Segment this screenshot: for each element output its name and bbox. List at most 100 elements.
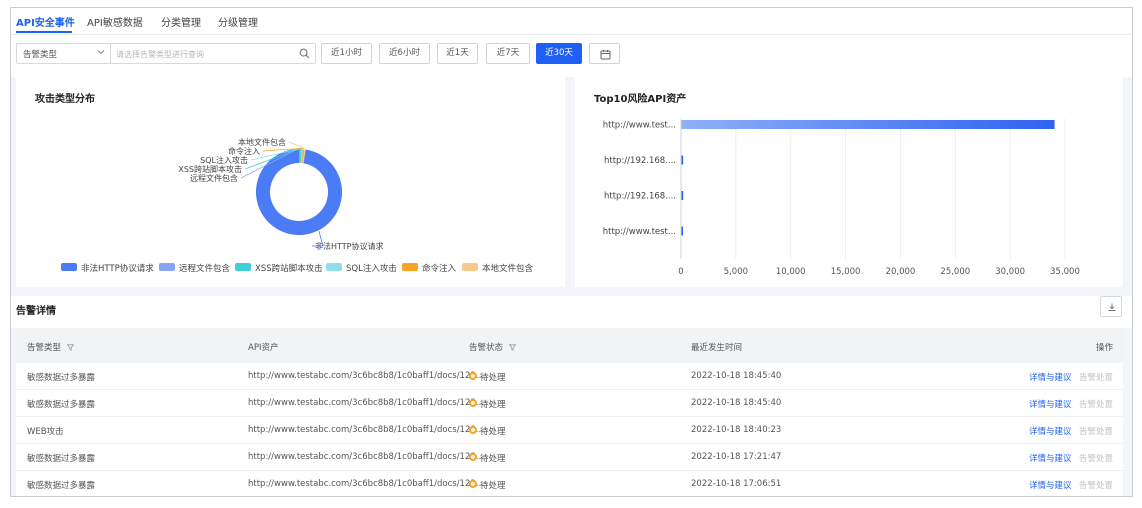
x-tick-label: 0 [678, 267, 683, 277]
range-7-days-button[interactable]: 近7天 [486, 43, 530, 64]
table-row: 敏感数据过多暴露 http://www.testabc.com/3c6bc8b8/… [16, 363, 1123, 390]
y-category-label: http://192.168.... [604, 192, 676, 202]
bar[interactable] [681, 155, 684, 165]
range-1-day-button[interactable]: 近1天 [437, 43, 478, 64]
table-row: 敏感数据过多暴露 http://www.testabc.com/3c6bc8b8/… [16, 471, 1123, 496]
cell-alert-type: 敏感数据过多暴露 [27, 373, 96, 383]
tab-bar: API安全事件 API敏感数据 分类管理 分级管理 [11, 8, 1132, 35]
date-picker-button[interactable] [589, 43, 620, 64]
cell-alert-status: 待处理 [480, 481, 506, 491]
legend-label: 非法HTTP协议请求 [81, 264, 154, 274]
legend-swatch [462, 263, 478, 271]
cell-alert-type: 敏感数据过多暴露 [27, 400, 96, 410]
tab-classification-management[interactable]: 分类管理 [161, 14, 201, 29]
cell-last-occurrence: 2022-10-18 18:45:40 [691, 398, 782, 408]
tab-grading-management[interactable]: 分级管理 [218, 14, 258, 29]
filter-icon[interactable] [508, 344, 516, 351]
details-and-advice-link[interactable]: 详情与建议 [1029, 371, 1072, 383]
tab-api-security-events[interactable]: API安全事件 [16, 14, 75, 29]
cell-alert-status: 待处理 [480, 454, 506, 464]
range-1-hour-button[interactable]: 近1小时 [321, 43, 372, 64]
details-and-advice-link[interactable]: 详情与建议 [1029, 425, 1072, 437]
legend-swatch [159, 263, 175, 271]
page-frame: API安全事件 API敏感数据 分类管理 分级管理 告警类型 近1小时 近6小时… [10, 7, 1133, 497]
legend-label: 远程文件包含 [179, 264, 231, 274]
callout-label-5: 本地文件包含 [238, 137, 286, 147]
callout-label-1: 远程文件包含 [190, 173, 238, 183]
cell-api-asset: http://www.testabc.com/3c6bc8b8/1c0baff1… [248, 371, 484, 381]
details-and-advice-link[interactable]: 详情与建议 [1029, 452, 1072, 464]
callout-label-3: SQL注入攻击 [200, 155, 248, 165]
filter-icon[interactable] [66, 344, 74, 351]
column-header-last-occurrence: 最近发生时间 [691, 343, 743, 353]
bar[interactable] [681, 226, 684, 236]
active-tab-indicator [16, 31, 72, 33]
x-tick-label: 30,000 [995, 267, 1025, 277]
tab-api-sensitive-data[interactable]: API敏感数据 [87, 14, 143, 29]
legend-swatch [235, 263, 251, 271]
x-tick-label: 25,000 [940, 267, 970, 277]
cell-alert-status: 待处理 [480, 373, 506, 383]
attack-type-card: 攻击类型分布 非法HTTP协议请求 远程文件包含 XSS跨站脚本攻击 SQL注入攻击命… [16, 77, 565, 287]
y-category-label: http://www.test... [603, 227, 676, 237]
export-button[interactable] [1100, 296, 1122, 317]
cell-api-asset: http://www.testabc.com/3c6bc8b8/1c0baff1… [248, 425, 484, 435]
x-tick-label: 10,000 [776, 267, 806, 277]
search-input[interactable] [116, 47, 291, 61]
details-and-advice-link[interactable]: 详情与建议 [1029, 479, 1072, 491]
cell-alert-type: 敏感数据过多暴露 [27, 454, 96, 464]
download-icon [1108, 303, 1116, 311]
column-header-alert-type: 告警类型 [27, 341, 74, 353]
alert-type-select[interactable]: 告警类型 [16, 43, 111, 64]
pending-status-icon [469, 399, 477, 407]
alert-handling-button: 告警处置 [1079, 400, 1114, 410]
attack-type-donut-chart: 非法HTTP协议请求 远程文件包含XSS跨站脚本攻击SQL注入攻击命令注入本地文件… [178, 137, 383, 251]
cell-last-occurrence: 2022-10-18 18:45:40 [691, 371, 782, 381]
top10-bar-chart: http://www.test... http://192.168.... http… [603, 119, 1080, 277]
column-header-alert-type-label: 告警类型 [27, 343, 62, 353]
callout-label-4: 命令注入 [228, 146, 260, 156]
cell-last-occurrence: 2022-10-18 17:06:51 [691, 479, 782, 489]
range-6-hours-button[interactable]: 近6小时 [379, 43, 430, 64]
alert-type-select-value: 告警类型 [23, 50, 58, 60]
x-tick-label: 35,000 [1050, 267, 1080, 277]
legend-label: SQL注入攻击 [346, 264, 397, 274]
calendar-icon [600, 50, 611, 60]
callout-label-2: XSS跨站脚本攻击 [178, 164, 242, 174]
x-tick-label: 20,000 [886, 267, 916, 277]
table-row: 敏感数据过多暴露 http://www.testabc.com/3c6bc8b8/… [16, 390, 1123, 417]
column-header-api-asset: API资产 [248, 343, 279, 353]
details-and-advice-link[interactable]: 详情与建议 [1029, 398, 1072, 410]
legend-label: XSS跨站脚本攻击 [255, 264, 323, 274]
filter-bar: 告警类型 近1小时 近6小时 近1天 近7天 近30天 [11, 35, 1132, 77]
alert-table: 告警类型 API资产 告警状态 最近发生时间 操作 敏感数据过多暴露 http:/… [16, 328, 1123, 496]
donut-slice-0[interactable] [255, 149, 342, 235]
alert-details-header: 告警详情 [11, 296, 1132, 328]
callout-line-5 [288, 141, 306, 149]
search-box [110, 43, 316, 64]
cell-api-asset: http://www.testabc.com/3c6bc8b8/1c0baff1… [248, 479, 484, 489]
pending-status-icon [469, 372, 477, 380]
top10-risk-api-card: Top10风险API资产 http://www.test... http://19… [575, 77, 1123, 287]
y-category-label: http://192.168.... [604, 156, 676, 166]
pending-status-icon [469, 453, 477, 461]
alert-handling-button: 告警处置 [1079, 481, 1114, 491]
table-row: WEB攻击 http://www.testabc.com/3c6bc8b8/1c0… [16, 417, 1123, 444]
column-header-alert-status: 告警状态 [469, 341, 516, 353]
cell-last-occurrence: 2022-10-18 17:21:47 [691, 452, 782, 462]
bar[interactable] [681, 191, 684, 200]
x-tick-label: 15,000 [831, 267, 861, 277]
alert-handling-button: 告警处置 [1079, 454, 1114, 464]
bar[interactable] [681, 120, 1055, 129]
range-30-days-button[interactable]: 近30天 [536, 43, 582, 64]
alert-handling-button: 告警处置 [1079, 427, 1114, 437]
y-category-label: http://www.test... [603, 121, 676, 131]
alert-handling-button: 告警处置 [1079, 373, 1114, 383]
search-icon[interactable] [299, 48, 310, 62]
pending-status-icon [469, 480, 477, 488]
alert-details-title: 告警详情 [16, 306, 56, 317]
legend-swatch [61, 263, 77, 271]
cell-last-occurrence: 2022-10-18 18:40:23 [691, 425, 782, 435]
pending-status-icon [469, 426, 477, 434]
legend-swatch [326, 263, 342, 271]
